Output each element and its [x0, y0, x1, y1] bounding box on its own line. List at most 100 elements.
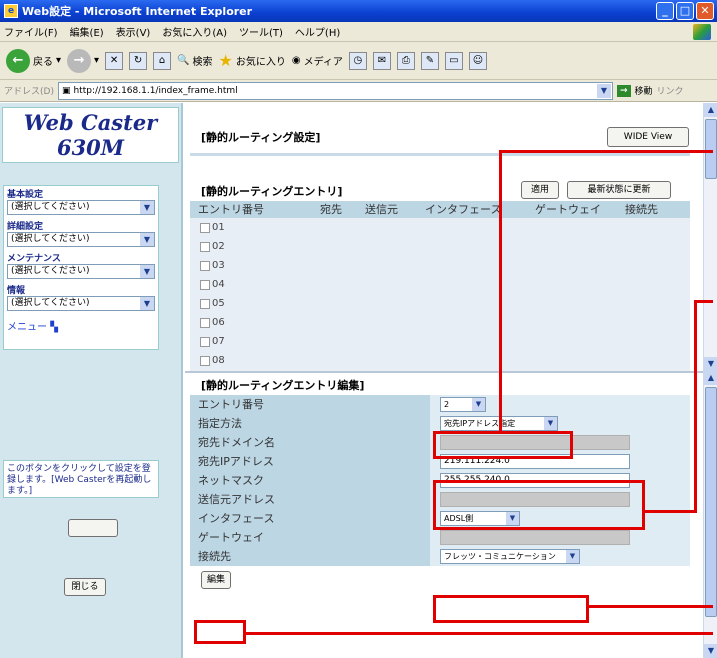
window-title: Web設定 - Microsoft Internet Explorer	[22, 5, 253, 18]
column-header: エントリ番号	[198, 203, 264, 216]
messenger-icon[interactable]: ☺	[468, 51, 487, 70]
form-row-destination: 接続先 フレッツ・コミュニケーション ▼	[190, 546, 690, 566]
menu-file[interactable]: ファイル(F)	[4, 24, 58, 39]
form-row-gateway: ゲートウェイ	[190, 527, 690, 547]
gateway-input	[440, 529, 630, 545]
sidebar-select-maintenance[interactable]: (選択してください) ▼	[7, 264, 155, 279]
stop-icon[interactable]: ✕	[105, 51, 124, 70]
apply-button[interactable]: 適用	[521, 181, 559, 199]
routing-list-frame: [静的ルーティング設定] WIDE View [静的ルーティングエントリ] 適用…	[185, 103, 703, 371]
scroll-up-icon[interactable]: ▲	[704, 103, 717, 117]
row-checkbox[interactable]	[200, 355, 210, 366]
edit-button[interactable]: 編集	[201, 571, 231, 589]
media-button[interactable]: ◉ メディア	[292, 53, 343, 68]
column-header: 接続先	[625, 203, 658, 216]
field-label: インタフェース	[190, 508, 430, 528]
search-icon: 🔍	[177, 55, 190, 66]
back-button[interactable]: ← 戻る ▾	[6, 48, 61, 73]
field-label: エントリ番号	[190, 394, 430, 414]
table-row: 08	[190, 351, 690, 370]
forward-button[interactable]: → ▾	[67, 48, 99, 73]
menu-bar: ファイル(F) 編集(E) 表示(V) お気に入り(A) ツール(T) ヘルプ(…	[0, 22, 717, 42]
bottom-frame-scrollbar[interactable]: ▲ ▼	[703, 371, 717, 658]
sidebar-select-advanced[interactable]: (選択してください) ▼	[7, 232, 155, 247]
sidebar-label-info: 情報	[7, 286, 26, 296]
go-button[interactable]: 移動	[635, 84, 653, 97]
dest-ip-input[interactable]: 219.111.224.0	[440, 453, 630, 469]
address-input[interactable]: ▣ http://192.168.1.1/index_frame.html ▼	[57, 81, 613, 100]
field-label: ゲートウェイ	[190, 527, 430, 547]
annotation-line	[643, 510, 697, 513]
row-checkbox[interactable]	[200, 336, 210, 347]
row-checkbox[interactable]	[200, 260, 210, 271]
chevron-down-icon[interactable]: ▼	[596, 83, 611, 98]
field-label: 宛先IPアドレス	[190, 451, 430, 471]
folder-icon[interactable]: ▭	[444, 51, 463, 70]
close-window-button[interactable]: ✕	[696, 2, 714, 20]
menu-edit[interactable]: 編集(E)	[70, 24, 104, 39]
menu-favorites[interactable]: お気に入り(A)	[162, 24, 227, 39]
register-button[interactable]	[68, 519, 118, 537]
search-button[interactable]: 🔍 検索	[177, 53, 212, 68]
scroll-down-icon[interactable]: ▼	[704, 357, 717, 371]
mail-icon[interactable]: ✉	[372, 51, 391, 70]
star-icon: ★	[218, 51, 233, 70]
column-header: ゲートウェイ	[535, 203, 601, 216]
address-label: アドレス(D)	[4, 87, 54, 97]
minimize-button[interactable]: _	[656, 2, 674, 20]
maximize-button[interactable]: □	[676, 2, 694, 20]
scroll-up-icon[interactable]: ▲	[704, 371, 717, 385]
favorites-button[interactable]: ★ お気に入り	[219, 51, 286, 70]
annotation-line	[587, 605, 713, 608]
sidebar-select-basic[interactable]: (選択してください) ▼	[7, 200, 155, 215]
address-url: http://192.168.1.1/index_frame.html	[73, 85, 238, 96]
form-row-entry-number: エントリ番号 2 ▼	[190, 394, 690, 414]
menu-view[interactable]: 表示(V)	[116, 24, 151, 39]
annotation-line	[499, 150, 502, 431]
sidebar-close-button[interactable]: 閉じる	[64, 578, 106, 596]
scroll-thumb[interactable]	[705, 387, 717, 617]
column-header: 宛先	[320, 203, 342, 216]
table-row: 03	[190, 256, 690, 275]
print-icon[interactable]: ⎙	[396, 51, 415, 70]
links-label[interactable]: リンク	[657, 84, 684, 97]
form-row-method: 指定方法 宛先IPアドレス指定 ▼	[190, 413, 690, 433]
back-arrow-icon: ←	[6, 48, 30, 73]
routing-entry-title: [静的ルーティングエントリ]	[201, 185, 343, 198]
table-row: 05	[190, 294, 690, 313]
home-icon[interactable]: ⌂	[153, 51, 172, 70]
row-checkbox[interactable]	[200, 222, 210, 233]
routing-edit-title: [静的ルーティングエントリ編集]	[201, 379, 365, 392]
form-row-domain: 宛先ドメイン名	[190, 432, 690, 452]
source-address-input	[440, 491, 630, 507]
window-titlebar: e Web設定 - Microsoft Internet Explorer _ …	[0, 0, 717, 22]
destination-select[interactable]: フレッツ・コミュニケーション ▼	[440, 548, 580, 564]
chevron-down-icon: ▼	[472, 397, 485, 411]
routing-table-header: エントリ番号 宛先 送信元 インタフェース ゲートウェイ 接続先	[190, 201, 690, 218]
scroll-thumb[interactable]	[705, 119, 717, 179]
interface-select[interactable]: ADSL側 ▼	[440, 510, 520, 526]
scroll-down-icon[interactable]: ▼	[704, 644, 717, 658]
sidebar-select-info[interactable]: (選択してください) ▼	[7, 296, 155, 311]
wide-view-button[interactable]: WIDE View	[607, 127, 689, 147]
menu-tools[interactable]: ツール(T)	[239, 24, 283, 39]
sidebar-frame: Web Caster 630M 基本設定 (選択してください) ▼ 詳細設定 (選…	[0, 103, 183, 658]
go-icon[interactable]: →	[616, 84, 631, 97]
row-checkbox[interactable]	[200, 317, 210, 328]
row-checkbox[interactable]	[200, 241, 210, 252]
refresh-icon[interactable]: ↻	[129, 51, 148, 70]
chevron-down-icon: ▼	[544, 416, 557, 430]
row-checkbox[interactable]	[200, 298, 210, 309]
history-icon[interactable]: ◷	[348, 51, 367, 70]
entry-number-select[interactable]: 2 ▼	[440, 396, 486, 412]
sidebar-menu-link[interactable]: メニュー ▚	[7, 318, 155, 333]
routing-edit-form: エントリ番号 2 ▼ 指定方法 宛先IPアドレス指定 ▼ 宛先ドメイン名 宛先IPア…	[190, 394, 690, 566]
row-checkbox[interactable]	[200, 279, 210, 290]
sidebar-label-maintenance: メンテナンス	[7, 254, 61, 264]
netmask-input[interactable]: 255.255.240.0	[440, 472, 630, 488]
menu-help[interactable]: ヘルプ(H)	[295, 24, 340, 39]
top-frame-scrollbar[interactable]: ▲ ▼	[703, 103, 717, 371]
refresh-button[interactable]: 最新状態に更新	[567, 181, 671, 199]
edit-page-icon[interactable]: ✎	[420, 51, 439, 70]
menu-marker-icon: ▚	[50, 322, 58, 333]
